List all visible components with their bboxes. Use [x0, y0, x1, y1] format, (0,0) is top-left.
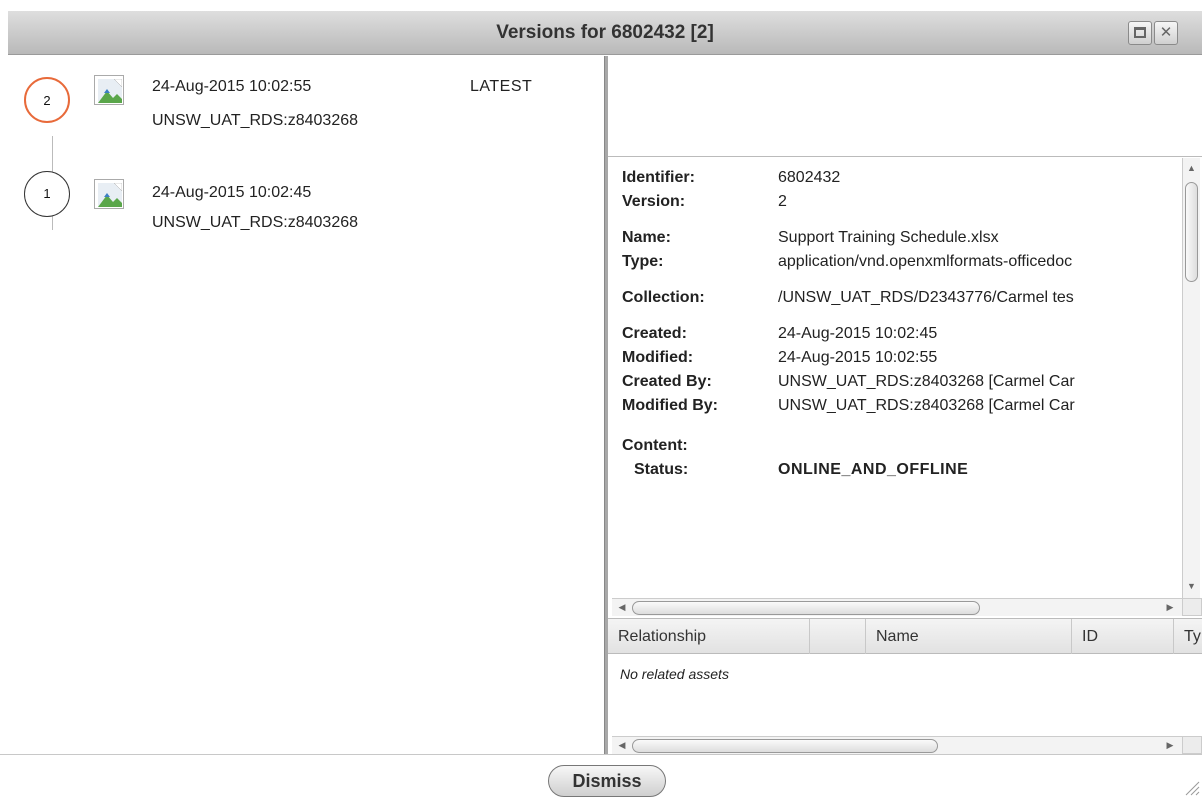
version-value: 2 — [778, 193, 787, 210]
version-user: UNSW_UAT_RDS:z8403268 — [152, 214, 359, 231]
scroll-right-icon[interactable]: ▶ — [1162, 737, 1178, 754]
column-relationship[interactable]: Relationship — [608, 619, 810, 654]
scroll-left-icon[interactable]: ◀ — [614, 737, 630, 754]
column-name[interactable]: Name — [866, 619, 1072, 654]
relationships-horizontal-scrollbar[interactable]: ◀ ▶ — [612, 736, 1182, 754]
details-vertical-scrollbar[interactable]: ▲ ▼ — [1182, 158, 1200, 598]
created-by-value: UNSW_UAT_RDS:z8403268 [Carmel Car — [778, 373, 1075, 390]
version-timestamp: 24-Aug-2015 10:02:45 — [152, 184, 312, 201]
no-related-assets: No related assets — [620, 666, 729, 682]
identifier-label: Identifier: — [622, 169, 695, 186]
details-horizontal-scrollbar[interactable]: ◀ ▶ — [612, 598, 1182, 616]
close-icon: ✕ — [1159, 24, 1173, 41]
relationships-table: Relationship Name ID Ty No related asset… — [608, 618, 1202, 754]
asset-details: Identifier: 6802432 Version: 2 Name: Suppor… — [608, 158, 1182, 598]
version-number-badge[interactable]: 2 — [24, 77, 70, 123]
scroll-right-icon[interactable]: ▶ — [1162, 599, 1178, 616]
file-thumbnail-icon[interactable] — [94, 75, 124, 105]
version-number-badge[interactable]: 1 — [24, 171, 70, 217]
maximize-button[interactable] — [1128, 21, 1152, 45]
modified-value: 24-Aug-2015 10:02:55 — [778, 349, 938, 366]
column-id[interactable]: ID — [1072, 619, 1174, 654]
modified-by-label: Modified By: — [622, 397, 718, 414]
version-user: UNSW_UAT_RDS:z8403268 — [152, 112, 359, 129]
scrollbar-corner — [1182, 598, 1202, 616]
content-label: Content: — [622, 437, 688, 454]
window-title: Versions for 6802432 [2] — [496, 22, 714, 43]
created-label: Created: — [622, 325, 687, 342]
column-type[interactable]: Ty — [1174, 619, 1202, 654]
title-bar: Versions for 6802432 [2] ✕ — [8, 11, 1202, 55]
version-label: Version: — [622, 193, 686, 210]
collection-value: /UNSW_UAT_RDS/D2343776/Carmel tes — [778, 289, 1074, 306]
scroll-thumb[interactable] — [632, 739, 938, 753]
resize-grip-icon[interactable] — [1180, 776, 1200, 796]
identifier-value: 6802432 — [778, 169, 841, 186]
type-label: Type: — [622, 253, 664, 270]
name-value: Support Training Schedule.xlsx — [778, 229, 999, 246]
modified-label: Modified: — [622, 349, 694, 366]
status-label: Status: — [634, 461, 689, 478]
dismiss-button[interactable]: Dismiss — [548, 765, 666, 797]
version-timestamp: 24-Aug-2015 10:02:55 — [152, 78, 312, 95]
scroll-down-icon[interactable]: ▼ — [1183, 578, 1200, 594]
maximize-icon — [1134, 27, 1146, 38]
modified-by-value: UNSW_UAT_RDS:z8403268 [Carmel Car — [778, 397, 1075, 414]
scrollbar-corner — [1182, 736, 1202, 754]
preview-area — [608, 56, 1202, 157]
name-label: Name: — [622, 229, 671, 246]
latest-badge: LATEST — [470, 78, 533, 95]
created-value: 24-Aug-2015 10:02:45 — [778, 325, 938, 342]
file-thumbnail-icon[interactable] — [94, 179, 124, 209]
scroll-thumb[interactable] — [632, 601, 980, 615]
close-button[interactable]: ✕ — [1154, 21, 1178, 45]
scroll-left-icon[interactable]: ◀ — [614, 599, 630, 616]
dialog-footer: Dismiss — [0, 754, 1202, 800]
collection-label: Collection: — [622, 289, 705, 306]
details-panel: Identifier: 6802432 Version: 2 Name: Suppor… — [608, 56, 1202, 754]
column-blank[interactable] — [810, 619, 866, 654]
status-value: ONLINE_AND_OFFLINE — [778, 461, 969, 478]
type-value: application/vnd.openxmlformats-officedoc — [778, 253, 1073, 270]
created-by-label: Created By: — [622, 373, 712, 390]
relationships-header: Relationship Name ID Ty — [608, 618, 1202, 654]
version-tree: 2 24-Aug-2015 10:02:55 UNSW_UAT_RDS:z840… — [8, 56, 604, 754]
scroll-thumb[interactable] — [1185, 182, 1198, 282]
scroll-up-icon[interactable]: ▲ — [1183, 160, 1200, 176]
